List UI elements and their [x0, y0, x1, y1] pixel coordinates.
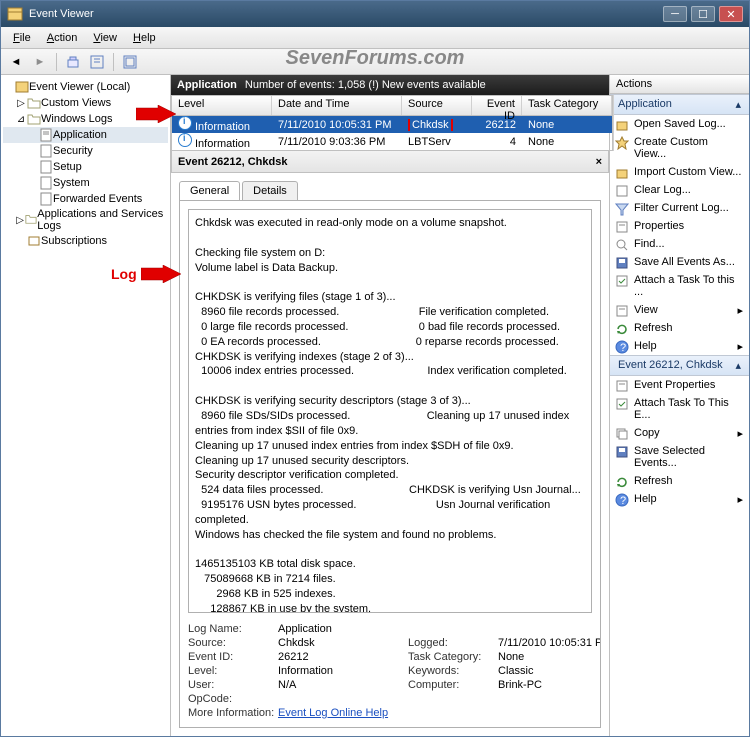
action-item[interactable]: Attach a Task To this ... [610, 271, 749, 301]
action-icon [615, 166, 629, 180]
log-icon [39, 160, 53, 174]
center-pane: Log Application Number of events: 1,058 … [171, 75, 609, 736]
tab-details[interactable]: Details [242, 181, 298, 200]
folder-icon [25, 213, 37, 227]
action-icon [615, 220, 629, 234]
event-log-online-help-link[interactable]: Event Log Online Help [278, 707, 601, 719]
close-button[interactable]: ✕ [719, 6, 743, 22]
tree-apps-services[interactable]: ▷Applications and Services Logs [3, 207, 168, 233]
event-details-grid: Log Name:Application Source:Chkdsk Logge… [188, 623, 592, 719]
table-row[interactable]: Information 7/11/2010 9:03:36 PM LBTServ… [172, 133, 612, 150]
subscriptions-icon [27, 234, 41, 248]
action-icon [615, 118, 629, 132]
tree-system[interactable]: System [3, 175, 168, 191]
log-icon [39, 176, 53, 190]
action-item[interactable]: Copy▸ [610, 424, 749, 442]
arrow-annotation-icon [136, 105, 176, 123]
action-item[interactable]: Import Custom View... [610, 163, 749, 181]
list-columns[interactable]: Level Date and Time Source Event ID Task… [172, 96, 612, 116]
list-header: Application Number of events: 1,058 (!) … [171, 75, 609, 95]
menu-action[interactable]: Action [39, 30, 86, 46]
action-icon [615, 274, 629, 288]
info-icon [178, 116, 192, 130]
log-icon [39, 128, 53, 142]
action-item[interactable]: Event Properties [610, 376, 749, 394]
forward-button[interactable]: ► [29, 52, 51, 72]
menu-help[interactable]: Help [125, 30, 164, 46]
tree-pane: Event Viewer (Local) ▷Custom Views ⊿Wind… [1, 75, 171, 736]
action-icon [615, 445, 629, 459]
action-icon [615, 184, 629, 198]
action-item[interactable]: Create Custom View... [610, 133, 749, 163]
tab-general[interactable]: General [179, 181, 240, 200]
action-icon: ? [615, 340, 629, 354]
action-item[interactable]: ?Help▸ [610, 337, 749, 355]
minimize-button[interactable]: ─ [663, 6, 687, 22]
action-item[interactable]: Refresh [610, 472, 749, 490]
action-icon [615, 304, 629, 318]
event-header: Event 26212, Chkdsk × [171, 151, 609, 173]
action-icon [615, 397, 629, 411]
tree-security[interactable]: Security [3, 143, 168, 159]
svg-text:?: ? [620, 495, 626, 507]
back-button[interactable]: ◄ [5, 52, 27, 72]
tree-forwarded[interactable]: Forwarded Events [3, 191, 168, 207]
action-icon [615, 136, 629, 150]
action-item[interactable]: Properties [610, 217, 749, 235]
action-item[interactable]: ?Help▸ [610, 490, 749, 508]
log-text: Chkdsk was executed in read-only mode on… [195, 216, 585, 613]
arrow-annotation-icon [141, 265, 181, 283]
action-icon [615, 238, 629, 252]
action-icon [615, 427, 629, 441]
table-row[interactable]: Information 7/11/2010 10:05:31 PM Chkdsk… [172, 116, 612, 133]
tree-root[interactable]: Event Viewer (Local) [3, 79, 168, 95]
tree-subscriptions[interactable]: Subscriptions [3, 233, 168, 249]
action-item[interactable]: Save Selected Events... [610, 442, 749, 472]
menu-bar: File Action View Help [1, 27, 749, 49]
action-item[interactable]: View▸ [610, 301, 749, 319]
action-icon [615, 322, 629, 336]
tree-application[interactable]: Application [3, 127, 168, 143]
svg-text:?: ? [620, 342, 626, 354]
actions-section-application: Application▴ [610, 94, 749, 115]
action-item[interactable]: Find... [610, 235, 749, 253]
action-item[interactable]: Refresh [610, 319, 749, 337]
close-details-button[interactable]: × [596, 156, 602, 168]
toolbar-icon-2[interactable] [86, 52, 108, 72]
event-viewer-icon [15, 80, 29, 94]
tree-setup[interactable]: Setup [3, 159, 168, 175]
event-body: Chkdsk was executed in read-only mode on… [179, 200, 601, 728]
toolbar-icon-3[interactable] [119, 52, 141, 72]
action-item[interactable]: Clear Log... [610, 181, 749, 199]
action-item[interactable]: Filter Current Log... [610, 199, 749, 217]
action-icon: ? [615, 493, 629, 507]
action-icon [615, 256, 629, 270]
app-icon [7, 6, 23, 22]
folder-icon [27, 96, 41, 110]
folder-icon [27, 112, 41, 126]
action-item[interactable]: Save All Events As... [610, 253, 749, 271]
action-icon [615, 379, 629, 393]
toolbar-icon-1[interactable] [62, 52, 84, 72]
log-icon [39, 192, 53, 206]
action-icon [615, 202, 629, 216]
toolbar: ◄ ► SevenForums.com [1, 49, 749, 75]
action-item[interactable]: Open Saved Log... [610, 115, 749, 133]
log-icon [39, 144, 53, 158]
window-title: Event Viewer [29, 8, 659, 20]
info-icon [178, 133, 192, 147]
action-icon [615, 475, 629, 489]
log-annotation: Log [111, 265, 181, 283]
title-bar: Event Viewer ─ ☐ ✕ [1, 1, 749, 27]
actions-pane: Actions Application▴ Open Saved Log...Cr… [609, 75, 749, 736]
action-item[interactable]: Attach Task To This E... [610, 394, 749, 424]
maximize-button[interactable]: ☐ [691, 6, 715, 22]
actions-header: Actions [610, 75, 749, 94]
menu-file[interactable]: File [5, 30, 39, 46]
menu-view[interactable]: View [85, 30, 125, 46]
watermark: SevenForums.com [286, 47, 465, 70]
actions-section-event: Event 26212, Chkdsk▴ [610, 355, 749, 376]
